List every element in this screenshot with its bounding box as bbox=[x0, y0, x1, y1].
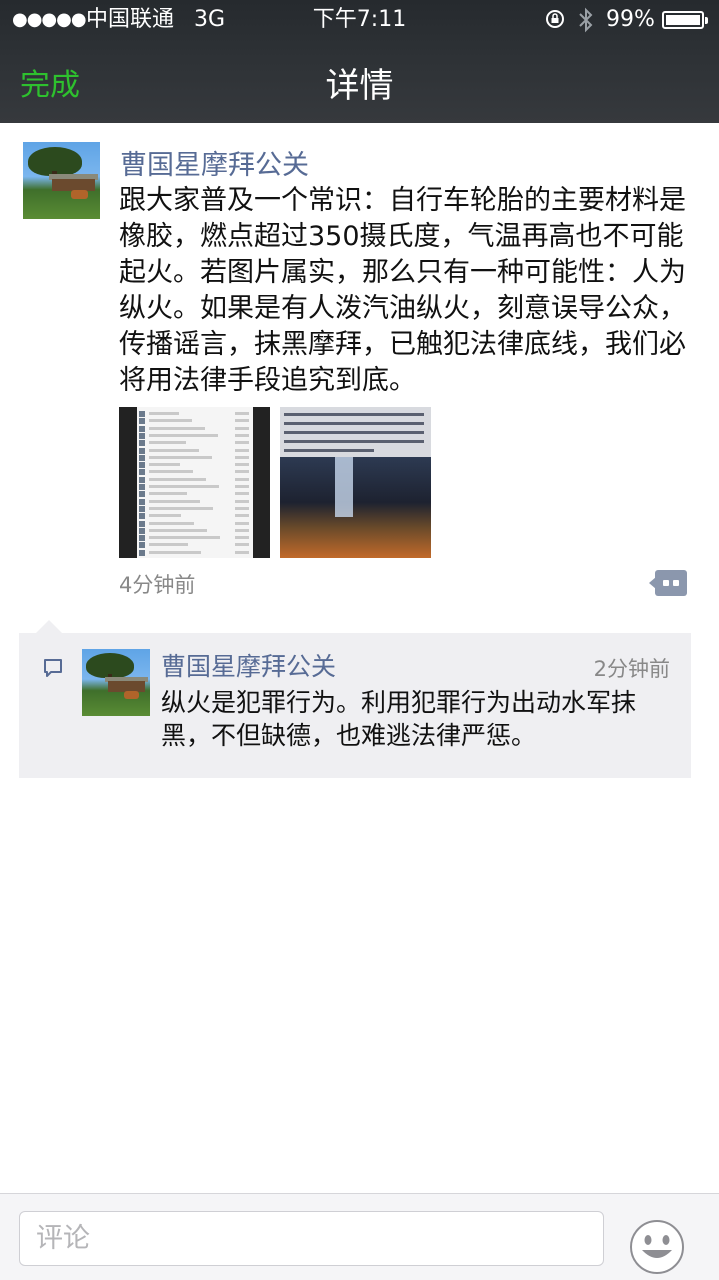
post-author-name[interactable]: 曹国星摩拜公关 bbox=[120, 143, 309, 182]
smiley-icon[interactable] bbox=[628, 1218, 686, 1276]
comment-input[interactable] bbox=[19, 1211, 604, 1266]
post-image-burning-bikes[interactable] bbox=[280, 407, 431, 558]
rotation-lock-icon bbox=[546, 10, 564, 28]
page-title: 详情 bbox=[325, 66, 394, 106]
bluetooth-icon bbox=[579, 7, 593, 33]
top-bar: ●●●●● 中国联通 3G 下午7:11 99% 完成 详情 bbox=[0, 0, 719, 123]
battery-icon bbox=[662, 11, 708, 29]
comment-author-name[interactable]: 曹国星摩拜公关 bbox=[161, 647, 336, 683]
comment-bubble-icon bbox=[44, 659, 62, 677]
post-text: 跟大家普及一个常识：自行车轮胎的主要材料是橡胶，燃点超过350摄氏度，气温再高也… bbox=[119, 185, 686, 396]
comment-time: 2分钟前 bbox=[593, 657, 670, 681]
post-image-chat-screenshot[interactable] bbox=[119, 407, 270, 558]
post-time: 4分钟前 bbox=[119, 573, 196, 597]
status-bar: ●●●●● 中国联通 3G 下午7:11 99% bbox=[0, 0, 719, 40]
battery-percentage: 99% bbox=[606, 7, 655, 32]
post-author-avatar[interactable] bbox=[23, 142, 100, 219]
battery-level bbox=[666, 15, 700, 25]
comment-author-avatar[interactable] bbox=[82, 649, 150, 716]
comment-like-menu-icon[interactable] bbox=[655, 570, 687, 596]
comment-text[interactable]: 纵火是犯罪行为。利用犯罪行为出动水军抹黑，不但缺德，也难逃法律严惩。 bbox=[161, 686, 676, 752]
